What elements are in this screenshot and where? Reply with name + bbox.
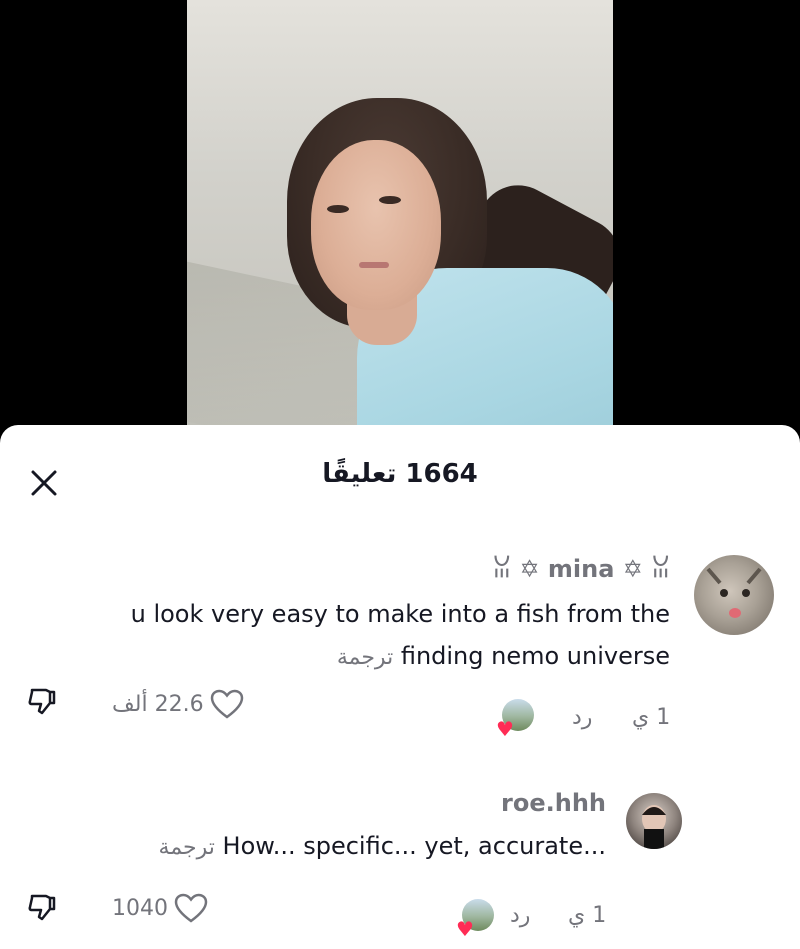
comments-sheet: 1664 تعليقًا ꈍ ✡ mina ✡ ꈍ u look very ea… — [0, 425, 800, 949]
comment-text-line-1: How... specific... yet, accurate... — [222, 832, 606, 860]
translate-link[interactable]: ترجمة — [337, 645, 393, 670]
thumbs-down-icon — [26, 685, 58, 717]
comment-item: roe.hhh ترجمة How... specific... yet, ac… — [0, 777, 800, 949]
comment-text-line: ترجمة finding nemo universe — [30, 635, 670, 679]
comment-username[interactable]: ꈍ ✡ mina ✡ ꈍ — [270, 551, 670, 583]
heart-icon — [174, 893, 208, 923]
comment-time: 1 ي — [568, 903, 607, 928]
like-button[interactable]: 1040 — [112, 893, 208, 923]
comment-text-line: ترجمة How... specific... yet, accurate..… — [46, 825, 606, 869]
cat-avatar-graphic — [706, 567, 762, 618]
video-subject-eye-left — [327, 205, 349, 213]
dislike-button[interactable] — [26, 685, 58, 721]
video-player[interactable] — [0, 0, 800, 440]
like-button[interactable]: 22.6 ألف — [112, 689, 244, 719]
like-count: 22.6 ألف — [112, 691, 204, 717]
dislike-button[interactable] — [26, 891, 58, 927]
comments-header: 1664 تعليقًا — [0, 425, 800, 529]
comment-text-line-2: finding nemo universe — [400, 642, 670, 670]
video-subject-eye-right — [379, 196, 401, 204]
video-subject-face — [311, 140, 441, 310]
heart-icon: ♥ — [496, 717, 514, 741]
like-count: 1040 — [112, 895, 168, 921]
video-subject-mouth — [359, 262, 389, 268]
comment-text-line: u look very easy to make into a fish fro… — [130, 600, 670, 628]
avatar[interactable] — [694, 555, 774, 635]
comment-text: ترجمة How... specific... yet, accurate..… — [46, 825, 606, 869]
comment-time: 1 ي — [632, 705, 671, 730]
person-avatar-graphic — [642, 805, 666, 849]
thumbs-down-icon — [26, 891, 58, 923]
comment-item: ꈍ ✡ mina ✡ ꈍ u look very easy to make in… — [0, 529, 800, 739]
comment-text: u look very easy to make into a fish fro… — [30, 593, 670, 679]
avatar[interactable] — [626, 793, 682, 849]
heart-icon: ♥ — [456, 917, 474, 941]
creator-liked-badge: ♥ — [496, 699, 534, 741]
video-frame — [187, 0, 613, 440]
creator-liked-badge: ♥ — [456, 899, 494, 941]
heart-icon — [210, 689, 244, 719]
reply-button[interactable]: رد — [572, 705, 592, 730]
comment-username[interactable]: roe.hhh — [306, 789, 606, 817]
translate-link[interactable]: ترجمة — [159, 835, 215, 860]
reply-button[interactable]: رد — [510, 903, 530, 928]
comments-count-title: 1664 تعليقًا — [322, 459, 478, 489]
